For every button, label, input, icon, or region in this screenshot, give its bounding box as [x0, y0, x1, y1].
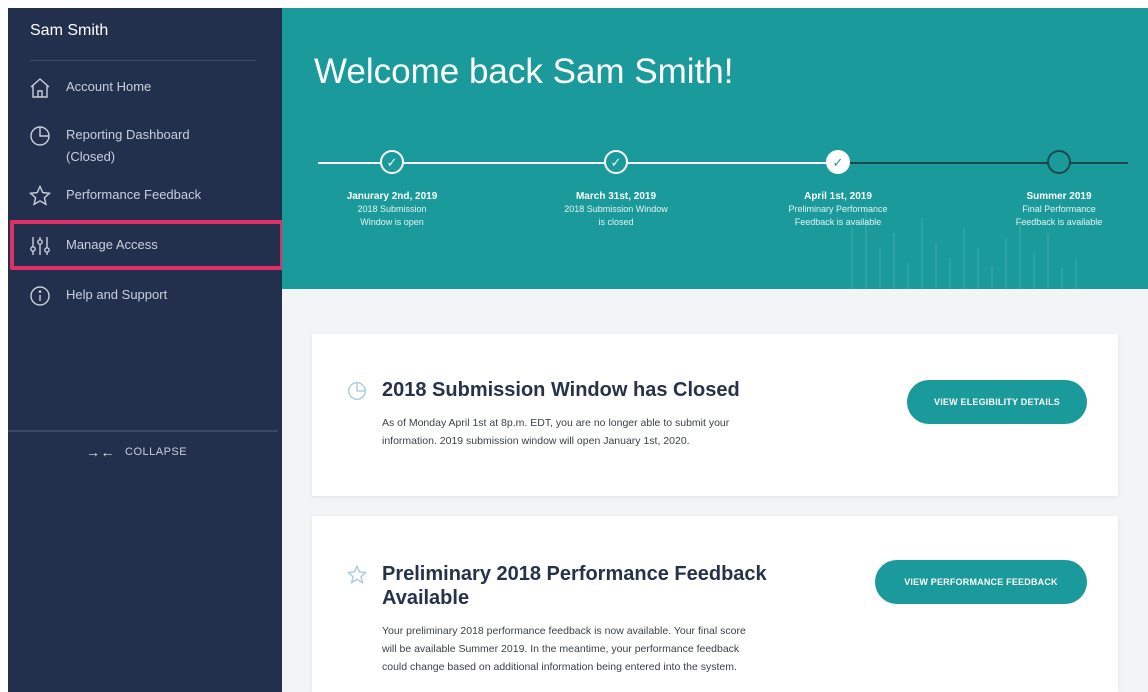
sliders-icon — [28, 234, 52, 258]
milestone-3-label: April 1st, 2019 Preliminary Performance … — [788, 191, 888, 227]
view-eligibility-details-button[interactable]: VIEW ELEGIBILITY DETAILS — [907, 380, 1087, 424]
collapse-label: COLLAPSE — [125, 446, 188, 458]
sidebar-item-label: Help and Support — [66, 287, 168, 302]
collapse-arrows-icon: →← — [86, 444, 115, 460]
sidebar-item-label: Reporting Dashboard — [66, 127, 190, 142]
milestone-2-label: March 31st, 2019 2018 Submission Window … — [564, 191, 668, 227]
card-title-line2: Available — [382, 587, 470, 609]
card-title: Preliminary 2018 Performance Feedback — [382, 563, 767, 585]
sidebar-item-reporting-dashboard[interactable]: Reporting Dashboard (Closed) — [8, 124, 282, 170]
page: Sam Smith Account Home Reporting Dashboa… — [8, 8, 1148, 692]
card-text-line: information. 2019 submission window will… — [382, 435, 690, 447]
submission-closed-card: 2018 Submission Window has Closed As of … — [312, 334, 1118, 496]
collapse-button[interactable]: →← COLLAPSE — [86, 444, 187, 460]
pie-chart-icon — [28, 124, 52, 148]
sidebar-item-sublabel: (Closed) — [66, 149, 116, 164]
star-icon — [346, 564, 368, 586]
sidebar-item-label: Performance Feedback — [66, 187, 202, 202]
home-icon — [28, 76, 52, 100]
timeline-line-upcoming — [848, 162, 1128, 164]
card-text-line: As of Monday April 1st at 8p.m. EDT, you… — [382, 417, 730, 429]
card-text-line: will be available Summer 2019. In the me… — [382, 643, 740, 655]
sidebar-divider — [8, 430, 278, 432]
sidebar-item-help-and-support[interactable]: Help and Support — [8, 284, 282, 314]
sidebar-divider — [30, 60, 256, 61]
page-title: Welcome back Sam Smith! — [314, 52, 734, 91]
milestone-2-check-icon: ✓ — [604, 150, 628, 174]
sidebar-item-manage-access[interactable]: Manage Access — [8, 234, 282, 264]
card-text-line: Your preliminary 2018 performance feedba… — [382, 625, 746, 637]
info-icon — [28, 284, 52, 308]
sidebar-item-account-home[interactable]: Account Home — [8, 74, 282, 104]
milestone-4-circle-icon — [1047, 150, 1071, 174]
clock-icon — [346, 380, 368, 402]
performance-feedback-card: Preliminary 2018 Performance Feedback Av… — [312, 516, 1118, 692]
sidebar: Sam Smith Account Home Reporting Dashboa… — [8, 8, 284, 692]
card-text-line: could change based on additional informa… — [382, 661, 737, 673]
milestone-1-label: Janurary 2nd, 2019 2018 Submission Windo… — [346, 191, 438, 227]
sidebar-item-label: Manage Access — [66, 237, 158, 252]
user-name: Sam Smith — [30, 22, 109, 39]
milestone-1-check-icon: ✓ — [380, 150, 404, 174]
milestone-3-check-icon: ✓ — [826, 150, 850, 174]
star-icon — [28, 184, 52, 208]
welcome-banner: Welcome back Sam Smith! ✓ ✓ ✓ Janurary 2… — [282, 8, 1148, 289]
milestone-4-label: Summer 2019 Final Performance Feedback i… — [1015, 191, 1103, 227]
card-title: 2018 Submission Window has Closed — [382, 379, 740, 401]
sidebar-item-performance-feedback[interactable]: Performance Feedback — [8, 184, 282, 214]
sidebar-item-label: Account Home — [66, 79, 152, 94]
view-performance-feedback-button[interactable]: VIEW PERFORMANCE FEEDBACK — [875, 560, 1087, 604]
